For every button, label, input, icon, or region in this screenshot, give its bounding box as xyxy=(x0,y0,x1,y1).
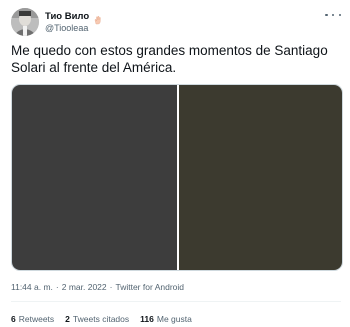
retweets-label: Retweets xyxy=(18,314,55,324)
meta-separator: · xyxy=(109,282,113,292)
tweet-date[interactable]: 2 mar. 2022 xyxy=(62,281,107,293)
tweet-time[interactable]: 11:44 a. m. xyxy=(11,281,53,293)
retweets-count: 6 xyxy=(11,314,16,324)
quotes-label: Tweets citados xyxy=(72,314,130,324)
quotes-stat[interactable]: 2 Tweets citados xyxy=(65,313,129,325)
quotes-count: 2 xyxy=(65,314,70,324)
retweets-stat[interactable]: 6 Retweets xyxy=(11,313,54,325)
author-name-row: Тио Вило xyxy=(45,10,103,24)
more-options-icon[interactable] xyxy=(325,10,341,20)
divider xyxy=(11,301,341,302)
media-image-right[interactable] xyxy=(179,85,342,270)
tweet-card: Тио Вило @Tiooleaa Me quedo con estos gr… xyxy=(0,0,350,327)
tweet-stats: 6 Retweets 2 Tweets citados 116 Me gusta xyxy=(11,313,192,325)
author-handle[interactable]: @Tiooleaa xyxy=(45,23,88,34)
likes-count: 116 xyxy=(140,314,154,324)
hand-emoji-icon xyxy=(93,12,103,24)
meta-separator: · xyxy=(55,282,59,292)
tweet-meta: 11:44 a. m. · 2 mar. 2022 · Twitter for … xyxy=(11,281,184,293)
tweet-text: Me quedo con estos grandes momentos de S… xyxy=(11,43,328,75)
avatar[interactable] xyxy=(11,8,39,36)
display-name[interactable]: Тио Вило xyxy=(45,10,89,23)
likes-label: Me gusta xyxy=(156,314,192,324)
tweet-source[interactable]: Twitter for Android xyxy=(115,281,184,293)
avatar-image xyxy=(11,8,39,36)
media-image-left[interactable] xyxy=(12,85,177,270)
tweet-media[interactable] xyxy=(11,84,343,271)
likes-stat[interactable]: 116 Me gusta xyxy=(140,313,192,325)
